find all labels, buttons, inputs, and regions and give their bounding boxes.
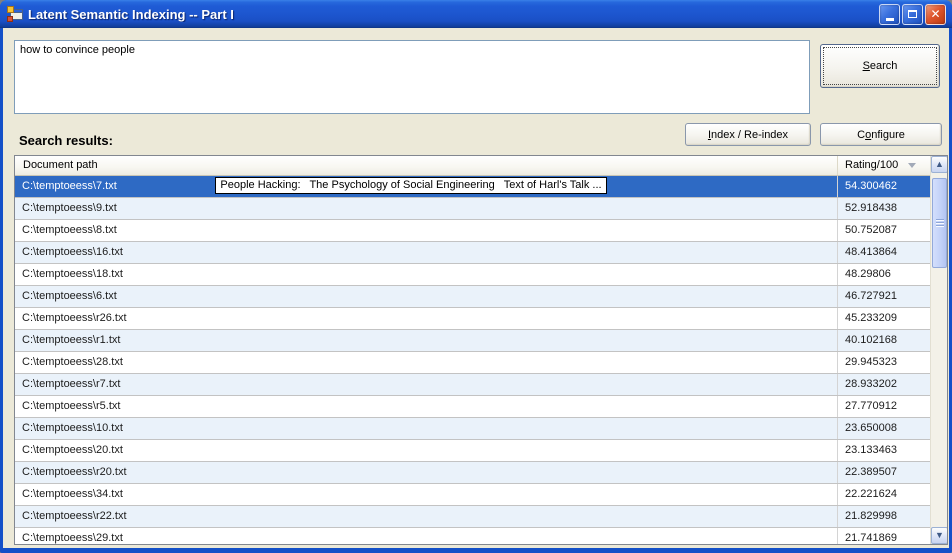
rating-cell: 28.933202: [845, 378, 897, 390]
table-header: Document path Rating/100: [15, 156, 930, 176]
table-body: C:\temptoeess\7.txt 54.300462 C:\temptoe…: [15, 176, 930, 544]
rating-cell: 29.945323: [845, 356, 897, 368]
table-row[interactable]: C:\temptoeess\29.txt 21.741869: [15, 528, 930, 544]
rating-cell: 27.770912: [845, 400, 897, 412]
table-row[interactable]: C:\temptoeess\6.txt 46.727921: [15, 286, 930, 308]
document-path-cell: C:\temptoeess\r7.txt: [15, 374, 838, 395]
sort-descending-icon: [908, 163, 917, 168]
rating-cell: 22.389507: [845, 466, 897, 478]
titlebar[interactable]: Latent Semantic Indexing -- Part I ✕: [0, 0, 952, 28]
thumb-grip-icon: [935, 218, 944, 228]
document-path-cell: C:\temptoeess\16.txt: [15, 242, 838, 263]
document-path-cell: C:\temptoeess\29.txt: [15, 528, 838, 544]
table-row[interactable]: C:\temptoeess\34.txt 22.221624: [15, 484, 930, 506]
index-reindex-button[interactable]: Index / Re-index: [685, 123, 811, 146]
app-icon: [7, 6, 23, 22]
document-path-cell: C:\temptoeess\r22.txt: [15, 506, 838, 527]
document-path-cell: C:\temptoeess\18.txt: [15, 264, 838, 285]
rating-cell: 21.829998: [845, 510, 897, 522]
chevron-down-icon: ▼: [935, 530, 944, 540]
configure-button-label: C: [857, 128, 866, 141]
close-icon: ✕: [930, 7, 941, 21]
table-row[interactable]: C:\temptoeess\10.txt 23.650008: [15, 418, 930, 440]
rating-cell: 54.300462: [845, 180, 897, 192]
configure-button[interactable]: Configure: [820, 123, 942, 146]
client-area: how to convince people Search Search res…: [3, 28, 949, 548]
rating-cell: 52.918438: [845, 202, 897, 214]
maximize-button[interactable]: [902, 3, 923, 25]
table-row[interactable]: C:\temptoeess\r1.txt 40.102168: [15, 330, 930, 352]
search-results-label: Search results:: [19, 133, 113, 148]
rating-cell: 23.650008: [845, 422, 897, 434]
vertical-scrollbar[interactable]: ▲ ▼: [930, 156, 947, 544]
table-row[interactable]: C:\temptoeess\28.txt 29.945323: [15, 352, 930, 374]
table-row[interactable]: C:\temptoeess\8.txt 50.752087: [15, 220, 930, 242]
index-button-label-tail: ndex / Re-index: [711, 128, 789, 141]
document-path-cell: C:\temptoeess\10.txt: [15, 418, 838, 439]
table-row[interactable]: C:\temptoeess\9.txt 52.918438: [15, 198, 930, 220]
search-button[interactable]: Search: [820, 44, 940, 88]
table-row[interactable]: C:\temptoeess\r5.txt 27.770912: [15, 396, 930, 418]
scrollbar-thumb[interactable]: [932, 178, 947, 268]
document-path-cell: C:\temptoeess\8.txt: [15, 220, 838, 241]
column-header-document-path[interactable]: Document path: [15, 156, 838, 175]
table-row[interactable]: C:\temptoeess\r22.txt 21.829998: [15, 506, 930, 528]
rating-cell: 23.133463: [845, 444, 897, 456]
results-table: Document path Rating/100 C:\temptoeess\7…: [14, 155, 948, 545]
search-input[interactable]: how to convince people: [14, 40, 810, 114]
rating-cell: 45.233209: [845, 312, 897, 324]
maximize-icon: [908, 10, 917, 18]
document-path-cell: C:\temptoeess\28.txt: [15, 352, 838, 373]
column-header-rating[interactable]: Rating/100: [838, 156, 930, 175]
document-path-cell: C:\temptoeess\20.txt: [15, 440, 838, 461]
table-row[interactable]: C:\temptoeess\r26.txt 45.233209: [15, 308, 930, 330]
rating-cell: 40.102168: [845, 334, 897, 346]
window-controls: ✕: [879, 3, 946, 25]
scroll-down-button[interactable]: ▼: [931, 527, 947, 544]
rating-header-label: Rating/100: [845, 159, 899, 171]
document-path-cell: C:\temptoeess\r1.txt: [15, 330, 838, 351]
rating-cell: 46.727921: [845, 290, 897, 302]
configure-button-label-tail: nfigure: [871, 128, 905, 141]
window-title: Latent Semantic Indexing -- Part I: [28, 6, 234, 22]
document-path-cell: C:\temptoeess\9.txt: [15, 198, 838, 219]
search-button-label-tail: earch: [869, 60, 898, 72]
table-row[interactable]: C:\temptoeess\18.txt 48.29806: [15, 264, 930, 286]
table-row[interactable]: C:\temptoeess\16.txt 48.413864: [15, 242, 930, 264]
rating-cell: 50.752087: [845, 224, 897, 236]
table-row[interactable]: C:\temptoeess\r7.txt 28.933202: [15, 374, 930, 396]
close-button[interactable]: ✕: [925, 3, 946, 25]
minimize-button[interactable]: [879, 3, 900, 25]
chevron-up-icon: ▲: [935, 159, 944, 169]
result-tooltip: People Hacking: The Psychology of Social…: [215, 177, 607, 194]
table-row[interactable]: C:\temptoeess\r20.txt 22.389507: [15, 462, 930, 484]
document-path-cell: C:\temptoeess\r5.txt: [15, 396, 838, 417]
document-path-cell: C:\temptoeess\r20.txt: [15, 462, 838, 483]
document-path-cell: C:\temptoeess\34.txt: [15, 484, 838, 505]
scroll-up-button[interactable]: ▲: [931, 156, 947, 173]
rating-cell: 21.741869: [845, 532, 897, 544]
document-path-cell: C:\temptoeess\r26.txt: [15, 308, 838, 329]
search-button-mnemonic: S: [862, 60, 870, 72]
app-window: Latent Semantic Indexing -- Part I ✕ how…: [0, 0, 952, 553]
rating-cell: 22.221624: [845, 488, 897, 500]
document-path-cell: C:\temptoeess\6.txt: [15, 286, 838, 307]
rating-cell: 48.29806: [845, 268, 891, 280]
table-row[interactable]: C:\temptoeess\20.txt 23.133463: [15, 440, 930, 462]
rating-cell: 48.413864: [845, 246, 897, 258]
minimize-icon: [885, 17, 894, 21]
